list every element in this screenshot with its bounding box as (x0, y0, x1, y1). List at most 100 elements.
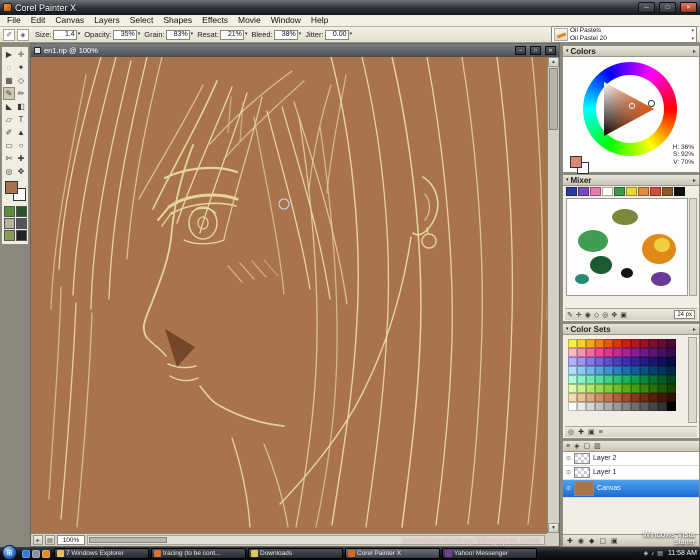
color-set-swatch[interactable] (631, 348, 640, 357)
crop-tool[interactable]: ▦ (3, 74, 15, 87)
vertical-scroll-thumb[interactable] (549, 68, 558, 130)
color-set-swatch[interactable] (667, 348, 676, 357)
material-selector-1[interactable] (3, 206, 15, 217)
menu-layers[interactable]: Layers (89, 15, 125, 26)
mixer-swatch-4[interactable] (602, 187, 613, 196)
color-set-swatch[interactable] (577, 366, 586, 375)
color-set-swatch[interactable] (622, 375, 631, 384)
color-set-swatch[interactable] (658, 402, 667, 411)
brush-category-label[interactable]: Oil Pastels (570, 27, 601, 35)
sample-color-icon[interactable]: ◇ (594, 311, 599, 319)
messenger-tray-icon[interactable]: ◈ (644, 550, 649, 557)
color-set-swatch[interactable] (649, 366, 658, 375)
color-set-swatch[interactable] (640, 339, 649, 348)
color-set-swatch[interactable] (604, 366, 613, 375)
color-set-swatch[interactable] (613, 384, 622, 393)
layer-row[interactable]: ⊙ Layer 2 (563, 452, 699, 466)
doc-close-button[interactable]: ✕ (545, 46, 556, 55)
color-set-swatch[interactable] (595, 357, 604, 366)
rotate-page-icon[interactable]: ◈ (17, 28, 29, 41)
expand-icon[interactable]: ▾ (566, 177, 569, 183)
add-point-tool[interactable]: ✚ (15, 152, 27, 165)
magnifier-tool[interactable]: ◎ (3, 165, 15, 178)
mixer-pad[interactable] (566, 198, 688, 296)
doc-minimize-button[interactable]: ─ (515, 46, 526, 55)
color-set-swatch[interactable] (667, 366, 676, 375)
panel-menu-icon[interactable]: ▸ (693, 177, 696, 184)
color-set-swatch[interactable] (613, 357, 622, 366)
color-set-swatch[interactable] (595, 348, 604, 357)
color-set-swatch[interactable] (640, 402, 649, 411)
color-set-swatch[interactable] (613, 393, 622, 402)
color-set-swatch[interactable] (658, 348, 667, 357)
property-field-value[interactable]: 38% (273, 29, 298, 40)
color-set-swatch[interactable] (586, 402, 595, 411)
chevron-down-icon[interactable]: ▾ (691, 27, 694, 35)
dynamic-plugins-icon[interactable]: ◈ (574, 442, 579, 450)
scroll-down-icon[interactable]: ▼ (548, 523, 559, 533)
hue-marker[interactable] (649, 101, 654, 106)
new-watercolor-layer-icon[interactable]: ◉ (578, 537, 584, 545)
color-set-swatch[interactable] (649, 384, 658, 393)
color-set-swatch[interactable] (649, 339, 658, 348)
color-set-swatch[interactable] (658, 375, 667, 384)
color-set-swatch[interactable] (613, 375, 622, 384)
color-set-swatch[interactable] (622, 339, 631, 348)
property-field-value[interactable]: 83% (165, 29, 190, 40)
color-sets-panel-header[interactable]: ▾ Color Sets ▸ (563, 324, 699, 335)
color-set-swatch[interactable] (568, 348, 577, 357)
lasso-tool[interactable]: ◌ (3, 61, 15, 74)
color-set-swatch[interactable] (613, 366, 622, 375)
close-button[interactable]: ✕ (680, 2, 697, 13)
color-set-swatch[interactable] (568, 339, 577, 348)
color-set-swatch[interactable] (568, 366, 577, 375)
maximize-button[interactable]: □ (659, 2, 676, 13)
preserve-transparency-icon[interactable]: ▢ (583, 442, 590, 450)
color-set-swatch[interactable] (631, 357, 640, 366)
color-set-swatch[interactable] (631, 384, 640, 393)
color-set-swatch[interactable] (640, 348, 649, 357)
color-set-swatch[interactable] (631, 393, 640, 402)
clear-mixer-icon[interactable]: ▣ (620, 311, 627, 319)
start-button[interactable]: ⊞ (2, 545, 17, 560)
color-set-swatch[interactable] (577, 357, 586, 366)
minimize-button[interactable]: ─ (638, 2, 655, 13)
mixer-swatch-10[interactable] (674, 187, 685, 196)
color-set-swatch[interactable] (577, 348, 586, 357)
property-field-value[interactable]: 35% (112, 29, 137, 40)
panel-menu-icon[interactable]: ▸ (693, 326, 696, 333)
color-set-swatch[interactable] (604, 402, 613, 411)
color-set-swatch[interactable] (595, 339, 604, 348)
material-selector-3[interactable] (3, 218, 15, 229)
menu-canvas[interactable]: Canvas (50, 15, 89, 26)
layer-mask-icon[interactable]: ▢ (599, 537, 606, 545)
color-set-swatch[interactable] (667, 393, 676, 402)
grabber-tool[interactable]: ✥ (15, 165, 27, 178)
material-selector-2[interactable] (15, 206, 27, 217)
colors-panel-header[interactable]: ▾ Colors ▸ (563, 46, 699, 57)
color-set-swatch[interactable] (658, 339, 667, 348)
mixer-swatch-5[interactable] (614, 187, 625, 196)
color-set-swatch[interactable] (577, 375, 586, 384)
color-set-swatch[interactable] (586, 384, 595, 393)
color-set-swatch[interactable] (667, 384, 676, 393)
delete-layer-icon[interactable]: ▣ (611, 537, 618, 545)
color-set-swatch[interactable] (586, 357, 595, 366)
color-set-swatch[interactable] (658, 357, 667, 366)
zoom-level[interactable]: 100% (57, 535, 85, 545)
paint-bucket-tool[interactable]: ◧ (15, 100, 27, 113)
color-set-swatch[interactable] (604, 339, 613, 348)
taskbar-button[interactable]: Corel Painter X (345, 548, 440, 559)
rect-shape-tool[interactable]: ▭ (3, 139, 15, 152)
panel-menu-icon[interactable]: ▸ (693, 48, 696, 55)
menu-file[interactable]: File (2, 15, 26, 26)
apply-color-icon[interactable]: ✛ (576, 311, 582, 319)
property-field-value[interactable]: 21% (219, 29, 244, 40)
text-tool[interactable]: T (15, 113, 27, 126)
color-set-swatch[interactable] (649, 393, 658, 402)
color-set-swatch[interactable] (613, 402, 622, 411)
color-set-swatch[interactable] (622, 348, 631, 357)
brush-tool[interactable]: ✎ (3, 87, 15, 100)
color-set-swatch[interactable] (577, 384, 586, 393)
pickup-underlying-icon[interactable]: ▥ (594, 442, 601, 450)
